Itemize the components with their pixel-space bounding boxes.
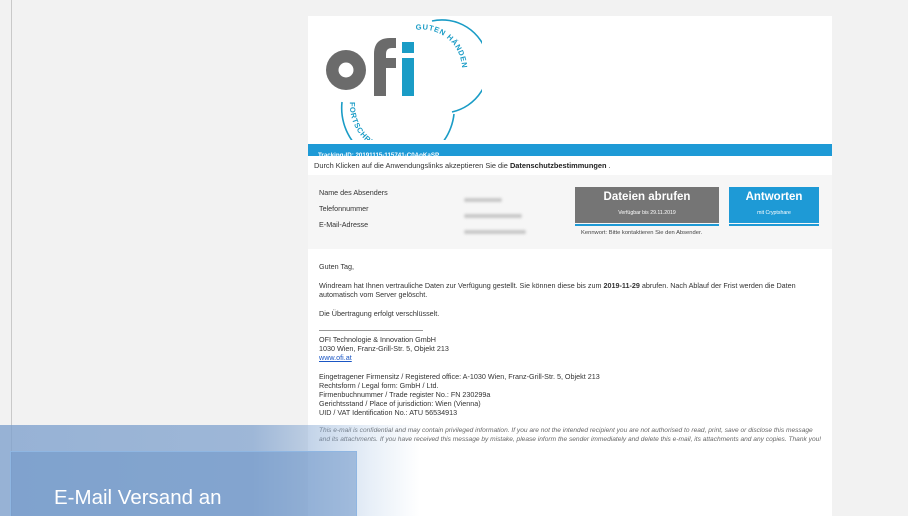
tracking-id: Tracking-ID: 20191115-115741-C0AoKaSP [318, 152, 440, 159]
privacy-policy-link[interactable]: Datenschutzbestimmungen [510, 161, 607, 170]
expiry-date: 2019-11-29 [603, 281, 640, 290]
encryption-note: Die Übertragung erfolgt verschlüsselt. [319, 309, 440, 318]
sender-email-redacted [464, 221, 526, 237]
download-availability: Verfügbar bis 29.11.2019 [618, 210, 676, 216]
logo-ring-text-top: GUTEN HÄNDEN [415, 22, 468, 68]
reply-button[interactable]: Antworten mit Cryptshare [729, 187, 819, 223]
legal-form: Rechtsform / Legal form: GmbH / Ltd. [319, 381, 439, 390]
legal-register: Firmenbuchnummer / Trade register No.: F… [319, 390, 491, 399]
sender-labels: Name des Absenders Telefonnummer E-Mail-… [319, 189, 388, 237]
legal-jurisdiction: Gerichtsstand / Place of jurisdiction: W… [319, 399, 481, 408]
reply-label: Antworten [745, 191, 803, 203]
download-button-underline [575, 224, 719, 226]
sender-info-block: Name des Absenders Telefonnummer E-Mail-… [308, 175, 832, 249]
website-link[interactable]: www.ofi.at [319, 353, 352, 362]
svg-text:GUTEN HÄNDEN: GUTEN HÄNDEN [415, 22, 469, 68]
reply-sub-label: mit Cryptshare [757, 210, 791, 216]
consent-suffix: . [606, 161, 611, 170]
svg-text:FORTSCHRITT IN: FORTSCHRITT IN [348, 102, 392, 140]
legal-block: Eingetragener Firmensitz / Registered of… [319, 372, 824, 417]
tracking-bar: Tracking-ID: 20191115-115741-C0AoKaSP [308, 144, 832, 159]
availability-paragraph: Windream hat Ihnen vertrauliche Daten zu… [319, 281, 824, 299]
signature-divider [319, 330, 423, 331]
download-files-button[interactable]: Dateien abrufen Verfügbar bis 29.11.2019 [575, 187, 719, 223]
consent-prefix: Durch Klicken auf die Anwendungslinks ak… [314, 161, 510, 170]
sender-name-label: Name des Absenders [319, 188, 388, 197]
caption-text: E-Mail Versand an [54, 486, 222, 509]
availability-prefix: Windream hat Ihnen vertrauliche Daten zu… [319, 281, 604, 290]
legal-vat: UID / VAT Identification No.: ATU 565349… [319, 408, 458, 417]
ofi-logo-icon: GUTEN HÄNDEN FORTSCHRITT IN [326, 19, 482, 140]
password-note: Kennwort: Bitte kontaktieren Sie den Abs… [581, 230, 703, 236]
sender-phone-label: Telefonnummer [319, 204, 369, 213]
greeting: Guten Tag, [319, 262, 355, 271]
sender-email-label: E-Mail-Adresse [319, 220, 369, 229]
signature-address: 1030 Wien, Franz-Grill-Str. 5, Objekt 21… [319, 344, 449, 353]
signature-block: OFI Technologie & Innovation GmbH 1030 W… [319, 330, 824, 362]
legal-office: Eingetragener Firmensitz / Registered of… [319, 372, 600, 381]
sender-phone-redacted [464, 205, 526, 221]
download-files-label: Dateien abrufen [603, 191, 691, 203]
signature-company: OFI Technologie & Innovation GmbH [319, 335, 436, 344]
logo-ring-text-bottom: FORTSCHRITT IN [348, 102, 392, 140]
ofi-logo: GUTEN HÄNDEN FORTSCHRITT IN [308, 16, 832, 142]
reply-button-underline [729, 224, 819, 226]
sender-values-redacted [464, 189, 526, 237]
sender-name-redacted [464, 189, 526, 205]
consent-notice: Durch Klicken auf die Anwendungslinks ak… [314, 161, 611, 170]
